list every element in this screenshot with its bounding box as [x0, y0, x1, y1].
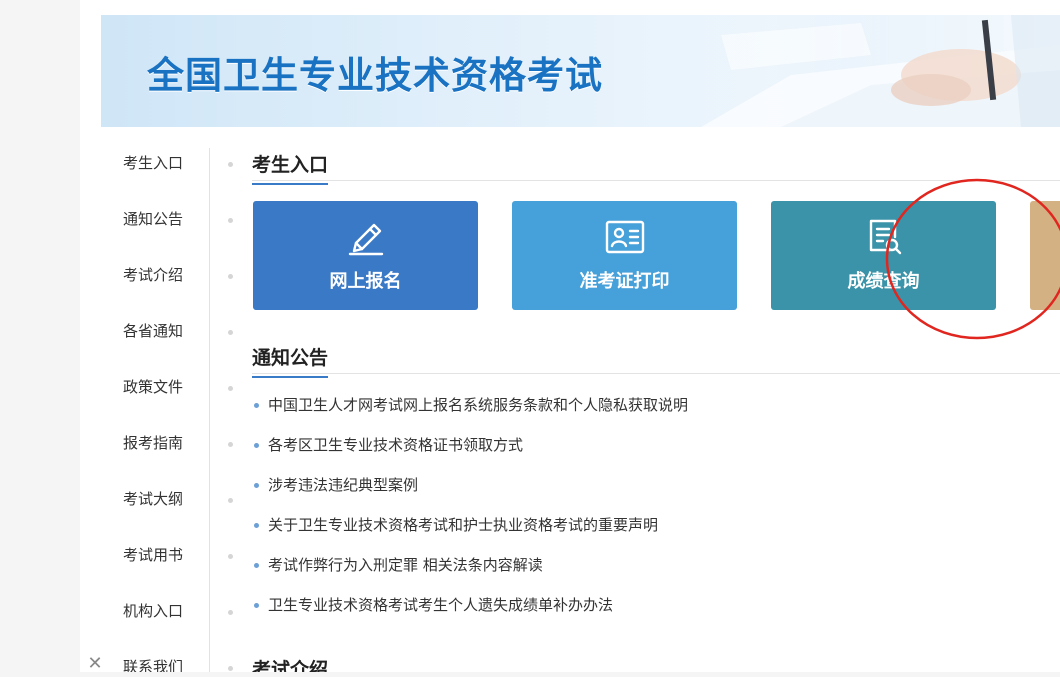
sidebar-item-label: 考生入口: [123, 154, 184, 172]
section-title: 考试介绍: [252, 655, 328, 672]
tile-label: 成绩查询: [847, 271, 920, 292]
score-search-icon: [771, 217, 996, 257]
section-header-notices: 通知公告: [252, 343, 1060, 378]
banner-illustration: [661, 15, 1060, 127]
sidebar-item-candidate[interactable]: 考生入口: [101, 138, 233, 194]
sidebar-item-label: 考试大纲: [123, 490, 184, 508]
sidebar-dot: [228, 554, 233, 559]
list-item[interactable]: 卫生专业技术资格考试考生个人遗失成绩单补办办法: [252, 590, 1060, 630]
list-item[interactable]: 各考区卫生专业技术资格证书领取方式: [252, 430, 1060, 470]
notice-link[interactable]: 卫生专业技术资格考试考生个人遗失成绩单补办办法: [268, 594, 613, 615]
notice-link[interactable]: 关于卫生专业技术资格考试和护士执业资格考试的重要声明: [268, 514, 658, 535]
bullet: [254, 523, 259, 528]
sidebar-dot: [228, 274, 233, 279]
sidebar-dot: [228, 218, 233, 223]
sidebar-item-notices[interactable]: 通知公告: [101, 194, 233, 250]
pencil-icon: [253, 217, 478, 257]
sidebar-item-label: 考试用书: [123, 546, 184, 564]
notice-link[interactable]: 各考区卫生专业技术资格证书领取方式: [268, 434, 523, 455]
section-header-intro: 考试介绍: [252, 655, 1060, 672]
bullet: [254, 603, 259, 608]
id-card-icon: [512, 217, 737, 257]
section-header-candidate: 考生入口: [252, 150, 1060, 185]
sidebar-dot: [228, 498, 233, 503]
online-registration-button[interactable]: 网上报名: [253, 201, 478, 310]
sidebar-item-institution[interactable]: 机构入口: [101, 586, 233, 642]
list-item[interactable]: 关于卫生专业技术资格考试和护士执业资格考试的重要声明: [252, 510, 1060, 550]
bullet: [254, 443, 259, 448]
sidebar-item-guide[interactable]: 报考指南: [101, 418, 233, 474]
list-item[interactable]: 涉考违法违纪典型案例: [252, 470, 1060, 510]
sidebar-item-province-notices[interactable]: 各省通知: [101, 306, 233, 362]
sidebar-item-exam-intro[interactable]: 考试介绍: [101, 250, 233, 306]
bullet: [254, 403, 259, 408]
sidebar-item-label: 各省通知: [123, 322, 184, 340]
sidebar-item-label: 机构入口: [123, 602, 184, 620]
admission-ticket-print-button[interactable]: 准考证打印: [512, 201, 737, 310]
header-banner: 全国卫生专业技术资格考试: [101, 15, 1060, 127]
sidebar-item-policy[interactable]: 政策文件: [101, 362, 233, 418]
score-query-button[interactable]: 成绩查询: [771, 201, 996, 310]
notice-link[interactable]: 考试作弊行为入刑定罪 相关法条内容解读: [268, 554, 543, 575]
sidebar-item-contact[interactable]: 联系我们: [101, 642, 233, 672]
sidebar-dot: [228, 330, 233, 335]
site-title: 全国卫生专业技术资格考试: [147, 54, 603, 97]
sidebar-dot: [228, 386, 233, 391]
tile-partial[interactable]: [1030, 201, 1060, 310]
list-item[interactable]: 中国卫生人才网考试网上报名系统服务条款和个人隐私获取说明: [252, 390, 1060, 430]
notice-link[interactable]: 涉考违法违纪典型案例: [268, 474, 418, 495]
bullet: [254, 483, 259, 488]
sidebar-nav: 考生入口 通知公告 考试介绍 各省通知 政策文件 报考指南 考试大纲 考试用书: [101, 138, 233, 672]
section-title: 考生入口: [252, 150, 329, 185]
notice-list: 中国卫生人才网考试网上报名系统服务条款和个人隐私获取说明 各考区卫生专业技术资格…: [252, 390, 1060, 630]
sidebar-item-label: 联系我们: [123, 658, 184, 672]
sidebar-item-label: 报考指南: [123, 434, 184, 452]
page-content: 全国卫生专业技术资格考试 考生入口 通知公告 考试介绍 各省通知 政策文件 报考…: [80, 0, 1060, 672]
notice-link[interactable]: 中国卫生人才网考试网上报名系统服务条款和个人隐私获取说明: [268, 394, 688, 415]
sidebar-dot: [228, 442, 233, 447]
sidebar-dot: [228, 162, 233, 167]
sidebar-item-label: 政策文件: [123, 378, 184, 396]
sidebar-item-books[interactable]: 考试用书: [101, 530, 233, 586]
sidebar-item-label: 考试介绍: [123, 266, 184, 284]
list-item[interactable]: 考试作弊行为入刑定罪 相关法条内容解读: [252, 550, 1060, 590]
tile-label: 网上报名: [329, 271, 402, 292]
sidebar-item-syllabus[interactable]: 考试大纲: [101, 474, 233, 530]
sidebar-item-label: 通知公告: [123, 210, 184, 228]
bullet: [254, 563, 259, 568]
section-title: 通知公告: [252, 343, 329, 378]
sidebar-dot: [228, 666, 233, 671]
sidebar-dot: [228, 610, 233, 615]
close-icon[interactable]: ✕: [82, 655, 108, 677]
tile-label: 准考证打印: [579, 271, 670, 292]
